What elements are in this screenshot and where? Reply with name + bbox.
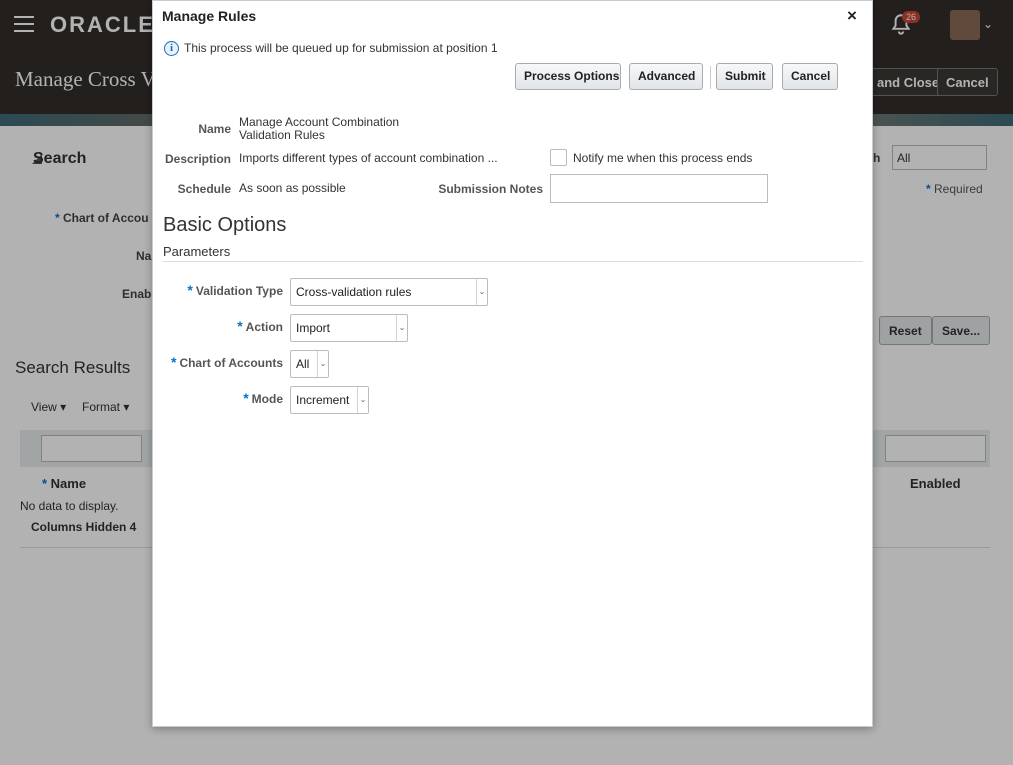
- info-message: This process will be queued up for submi…: [184, 41, 498, 55]
- name-label: Name: [198, 122, 231, 136]
- advanced-button[interactable]: Advanced: [629, 63, 703, 90]
- chart-of-accounts-label-text: Chart of Accounts: [179, 356, 283, 370]
- schedule-value: As soon as possible: [239, 181, 346, 195]
- description-value: Imports different types of account combi…: [239, 151, 498, 165]
- notify-label: Notify me when this process ends: [573, 151, 753, 165]
- submit-button[interactable]: Submit: [716, 63, 773, 90]
- validation-type-label-text: Validation Type: [195, 284, 283, 298]
- action-label-text: Action: [245, 320, 283, 334]
- action-value: Import: [296, 321, 331, 335]
- basic-options-heading: Basic Options: [163, 214, 287, 236]
- mode-value: Increment: [296, 393, 350, 407]
- parameters-heading: Parameters: [163, 244, 231, 259]
- parameters-divider: [163, 261, 863, 262]
- action-label: * Action: [237, 318, 283, 334]
- validation-type-label: * Validation Type: [187, 282, 283, 298]
- description-label: Description: [164, 152, 231, 166]
- validation-type-value: Cross-validation rules: [296, 285, 412, 299]
- name-value: Manage Account Combination Validation Ru…: [239, 116, 399, 142]
- process-options-button[interactable]: Process Options: [515, 63, 621, 90]
- chart-of-accounts-value: All: [296, 357, 310, 371]
- button-separator: [710, 66, 711, 89]
- notify-checkbox[interactable]: [550, 149, 567, 166]
- manage-rules-dialog: Manage Rules × i This process will be qu…: [152, 0, 873, 727]
- chart-of-accounts-label: * Chart of Accounts: [170, 354, 283, 370]
- close-icon[interactable]: ×: [847, 6, 857, 26]
- chevron-down-icon: ⌄: [317, 351, 328, 377]
- dialog-title: Manage Rules: [162, 8, 257, 24]
- submission-notes-label: Submission Notes: [438, 182, 543, 196]
- schedule-label: Schedule: [177, 182, 231, 196]
- chevron-down-icon: ⌄: [476, 279, 487, 305]
- mode-label: * Mode: [243, 390, 283, 406]
- mode-label-text: Mode: [251, 392, 283, 406]
- validation-type-select[interactable]: Cross-validation rules ⌄: [290, 278, 488, 306]
- cancel-button[interactable]: Cancel: [782, 63, 838, 90]
- mode-select[interactable]: Increment ⌄: [290, 386, 369, 414]
- name-value-line2: Validation Rules: [239, 128, 325, 142]
- chevron-down-icon: ⌄: [357, 387, 368, 413]
- action-select[interactable]: Import ⌄: [290, 314, 408, 342]
- info-icon: i: [164, 41, 179, 56]
- chevron-down-icon: ⌄: [396, 315, 407, 341]
- submission-notes-input[interactable]: [550, 174, 768, 203]
- chart-of-accounts-select[interactable]: All ⌄: [290, 350, 329, 378]
